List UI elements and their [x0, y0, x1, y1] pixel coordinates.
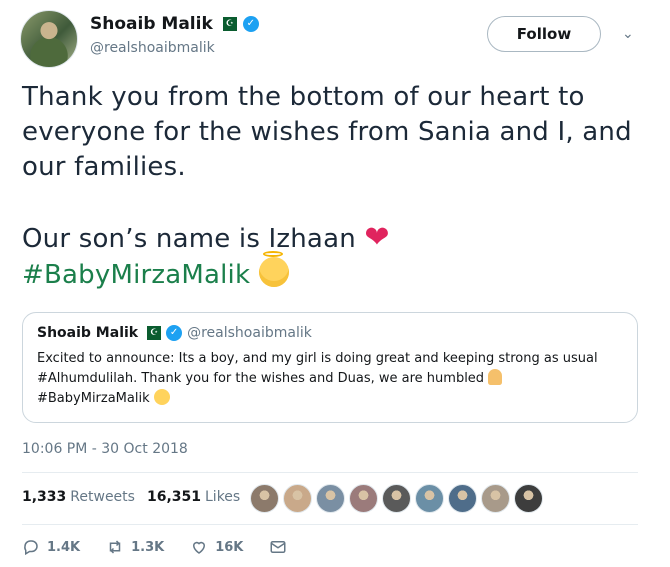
quoted-handle[interactable]: @realshoaibmalik: [187, 325, 312, 341]
likes-label: Likes: [205, 489, 241, 505]
liker-avatar[interactable]: [250, 484, 279, 513]
divider: [22, 472, 638, 473]
liker-avatars: [250, 484, 543, 513]
follow-button[interactable]: Follow: [487, 16, 601, 52]
direct-message-button[interactable]: [269, 538, 287, 556]
retweet-count: 1.3K: [131, 539, 165, 555]
author-display-name[interactable]: Shoaib Malik: [90, 14, 213, 34]
tweet-line: Thank you from the bottom of our heart t…: [22, 82, 585, 112]
pakistan-flag-icon: [218, 17, 237, 31]
liker-avatar[interactable]: [382, 484, 411, 513]
liker-avatar[interactable]: [514, 484, 543, 513]
like-button[interactable]: 16K: [190, 538, 243, 556]
retweet-icon: [109, 540, 121, 554]
author-avatar[interactable]: [20, 10, 78, 68]
tweet-line-son-name: Our son’s name is Izhaan ❤: [22, 220, 652, 257]
quoted-line-text: #Alhumdulilah. Thank you for the wishes …: [37, 371, 485, 386]
tweet-line: our families.: [22, 152, 186, 182]
likes-stat[interactable]: 16,351 Likes: [147, 489, 240, 505]
heart-outline-icon: [193, 541, 206, 554]
tweet-line: everyone for the wishes from Sania and I…: [22, 117, 632, 147]
quoted-line: Excited to announce: Its a boy, and my g…: [37, 351, 598, 366]
hashtag-link[interactable]: #BabyMirzaMalik: [22, 260, 250, 290]
quoted-tweet-header: Shoaib Malik ✓ @realshoaibmalik: [37, 325, 623, 341]
tweet-timestamp[interactable]: 10:06 PM - 30 Oct 2018: [22, 441, 188, 457]
tweet-hashtag-line: #BabyMirzaMalik: [22, 251, 652, 293]
liker-avatar[interactable]: [415, 484, 444, 513]
verified-badge-icon: ✓: [242, 16, 259, 32]
heart-emoji-icon: ❤: [364, 220, 390, 255]
retweet-button[interactable]: 1.3K: [106, 538, 164, 556]
liker-avatar[interactable]: [283, 484, 312, 513]
quoted-text: Excited to announce: Its a boy, and my g…: [37, 349, 623, 409]
liker-avatar[interactable]: [316, 484, 345, 513]
reply-icon: [24, 540, 38, 556]
baby-angel-emoji-icon: [153, 389, 170, 405]
quoted-line-3: #BabyMirzaMalik: [37, 389, 623, 409]
divider: [22, 524, 638, 525]
like-count: 16K: [215, 539, 244, 555]
baby-angel-emoji-icon: [258, 251, 289, 287]
pakistan-flag-icon: [143, 326, 162, 340]
chevron-down-icon[interactable]: ⌄: [622, 26, 634, 42]
likes-count: 16,351: [146, 489, 201, 505]
engagement-stats: 1,333 Retweets 16,351 Likes: [22, 489, 252, 505]
retweets-stat[interactable]: 1,333 Retweets: [22, 489, 135, 505]
author-name-row: Shoaib Malik ✓: [90, 14, 259, 34]
quoted-tweet[interactable]: Shoaib Malik ✓ @realshoaibmalik Excited …: [22, 312, 638, 423]
liker-avatar[interactable]: [448, 484, 477, 513]
folded-hands-emoji-icon: [488, 369, 503, 385]
son-name-text: Our son’s name is Izhaan: [22, 224, 356, 254]
quoted-line-2: #Alhumdulilah. Thank you for the wishes …: [37, 369, 623, 389]
tweet-text: Thank you from the bottom of our heart t…: [22, 80, 652, 293]
liker-avatar[interactable]: [481, 484, 510, 513]
author-handle[interactable]: @realshoaibmalik: [90, 40, 215, 56]
reply-button[interactable]: 1.4K: [22, 538, 80, 556]
quoted-hashtag[interactable]: #BabyMirzaMalik: [37, 391, 150, 406]
retweets-count: 1,333: [22, 489, 67, 505]
verified-badge-icon: ✓: [166, 325, 183, 341]
retweets-label: Retweets: [70, 489, 135, 505]
reply-count: 1.4K: [47, 539, 81, 555]
tweet-actions: 1.4K 1.3K 16K: [22, 538, 313, 556]
quoted-display-name[interactable]: Shoaib Malik: [37, 325, 138, 341]
envelope-icon: [270, 541, 286, 553]
liker-avatar[interactable]: [349, 484, 378, 513]
